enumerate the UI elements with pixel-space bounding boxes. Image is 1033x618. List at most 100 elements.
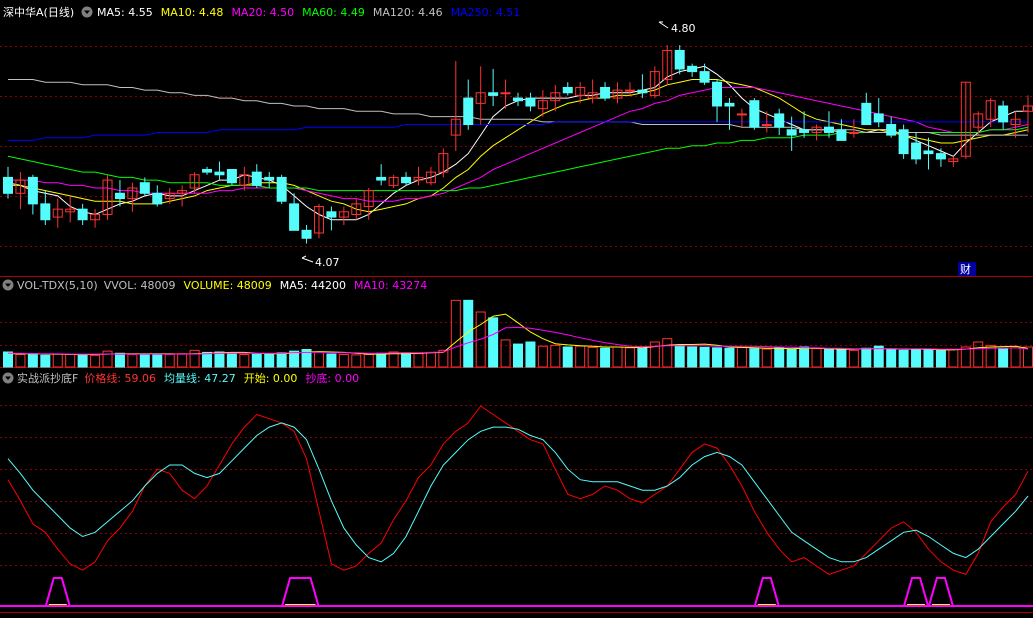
volume-bar <box>861 347 872 368</box>
volume-bar <box>139 353 150 368</box>
candle-body <box>774 113 785 128</box>
volume-bar <box>712 347 723 368</box>
volume-bar <box>836 349 847 368</box>
chart-canvas: 4.80 4.07 财 深中华A(日线) MA5: 4.55 MA10: 4.48… <box>0 0 1033 614</box>
candle-body <box>848 131 859 134</box>
stock-chart-window: 4.80 4.07 财 深中华A(日线) MA5: 4.55 MA10: 4.48… <box>0 0 1033 614</box>
indicator-panel-legend: 实战派抄底F 价格线: 59.06 均量线: 47.27 开始: 0.00 抄底: 0… <box>2 371 359 385</box>
candle-body <box>251 171 262 186</box>
volume-bar <box>935 349 946 368</box>
volume-bar <box>600 347 611 368</box>
candle-body <box>861 102 872 126</box>
legend-item: MA20: 4.50 <box>231 6 294 19</box>
volume-bar <box>898 349 909 368</box>
volume-bar <box>674 344 685 368</box>
volume-bar <box>873 345 884 368</box>
candle-body <box>27 176 38 205</box>
candle-body <box>500 92 511 95</box>
volume-bar <box>525 341 536 368</box>
legend-item: MA60: 4.49 <box>302 6 365 19</box>
candle-body <box>761 124 772 127</box>
volume-bar <box>77 354 88 368</box>
volume-panel-legend: VOL-TDX(5,10) VVOL: 48009 VOLUME: 48009 MA… <box>2 279 427 292</box>
volume-bar <box>774 347 785 368</box>
legend-item: 开始: 0.00 <box>244 371 298 385</box>
volume-bar <box>214 351 225 368</box>
legend-item: MA10: 4.48 <box>161 6 224 19</box>
candle-body <box>998 105 1009 123</box>
candle-body <box>202 168 213 173</box>
volume-bar <box>886 349 897 368</box>
volume-bar <box>202 351 213 368</box>
volume-bar <box>998 347 1009 368</box>
candle-body <box>749 100 760 128</box>
candle-body <box>463 97 474 126</box>
volume-bar <box>786 349 797 368</box>
volume-bar <box>326 353 337 368</box>
candle-body <box>276 176 287 202</box>
legend-item: VOLUME: 48009 <box>184 279 272 292</box>
low-price-label: 4.07 <box>315 256 340 269</box>
legend-item: MA250: 4.51 <box>451 6 521 19</box>
candle <box>276 174 287 204</box>
legend-item: 抄底: 0.00 <box>305 371 359 385</box>
candle-body <box>401 176 412 184</box>
candle-body <box>712 81 723 107</box>
volume-bar <box>251 353 262 368</box>
legend-item: MA10: 43274 <box>354 279 427 292</box>
volume-bar <box>27 353 38 368</box>
candle <box>898 124 909 159</box>
candle-body <box>326 211 337 218</box>
candle-body <box>264 176 275 181</box>
candle-body <box>935 153 946 160</box>
volume-bar <box>376 352 387 368</box>
legend-item: MA120: 4.46 <box>373 6 443 19</box>
candle-body <box>139 182 150 194</box>
candle-body <box>624 89 635 92</box>
candle-body <box>898 129 909 155</box>
candle-body <box>786 129 797 136</box>
candle-body <box>226 168 237 184</box>
indicator-title: 实战派抄底F <box>17 371 78 385</box>
candle-body <box>513 97 523 102</box>
candle-body <box>886 124 897 136</box>
legend-item: 均量线: 47.27 <box>164 371 236 385</box>
candle-body <box>674 49 685 70</box>
volume-bar <box>226 352 237 368</box>
candle-body <box>836 129 847 141</box>
candle-body <box>873 113 884 123</box>
volume-bar <box>40 354 51 368</box>
candle-body <box>736 113 747 116</box>
volume-bar <box>911 349 922 368</box>
volume-bar <box>513 343 523 368</box>
volume-bar <box>749 348 760 368</box>
volume-bar <box>264 353 275 368</box>
candle-body <box>724 102 735 107</box>
candle-body <box>3 176 13 194</box>
candle-body <box>301 229 312 239</box>
volume-bar <box>276 352 287 368</box>
candle <box>749 98 760 130</box>
finance-marker-label: 财 <box>960 262 971 276</box>
candle-body <box>923 150 934 155</box>
candle-body <box>77 208 88 221</box>
volume-bar <box>699 346 710 368</box>
candle <box>226 168 237 186</box>
volume-bar <box>637 347 648 368</box>
volume-bar <box>488 317 499 368</box>
candle-body <box>114 192 125 200</box>
volume-bar <box>114 352 125 368</box>
candle-body <box>911 142 922 160</box>
legend-item: 价格线: 59.06 <box>84 371 156 385</box>
volume-bar <box>562 346 573 368</box>
candle-body <box>562 86 573 94</box>
volume-bar <box>3 351 13 368</box>
volume-bar <box>799 346 810 368</box>
volume-bar <box>724 347 735 368</box>
finance-marker[interactable]: 财 <box>958 262 976 276</box>
candle-body <box>289 203 300 231</box>
stock-title: 深中华A(日线) <box>3 5 74 19</box>
volume-indicator-title: VOL-TDX(5,10) <box>17 279 98 292</box>
volume-bar <box>401 352 412 368</box>
high-price-label: 4.80 <box>671 22 696 35</box>
